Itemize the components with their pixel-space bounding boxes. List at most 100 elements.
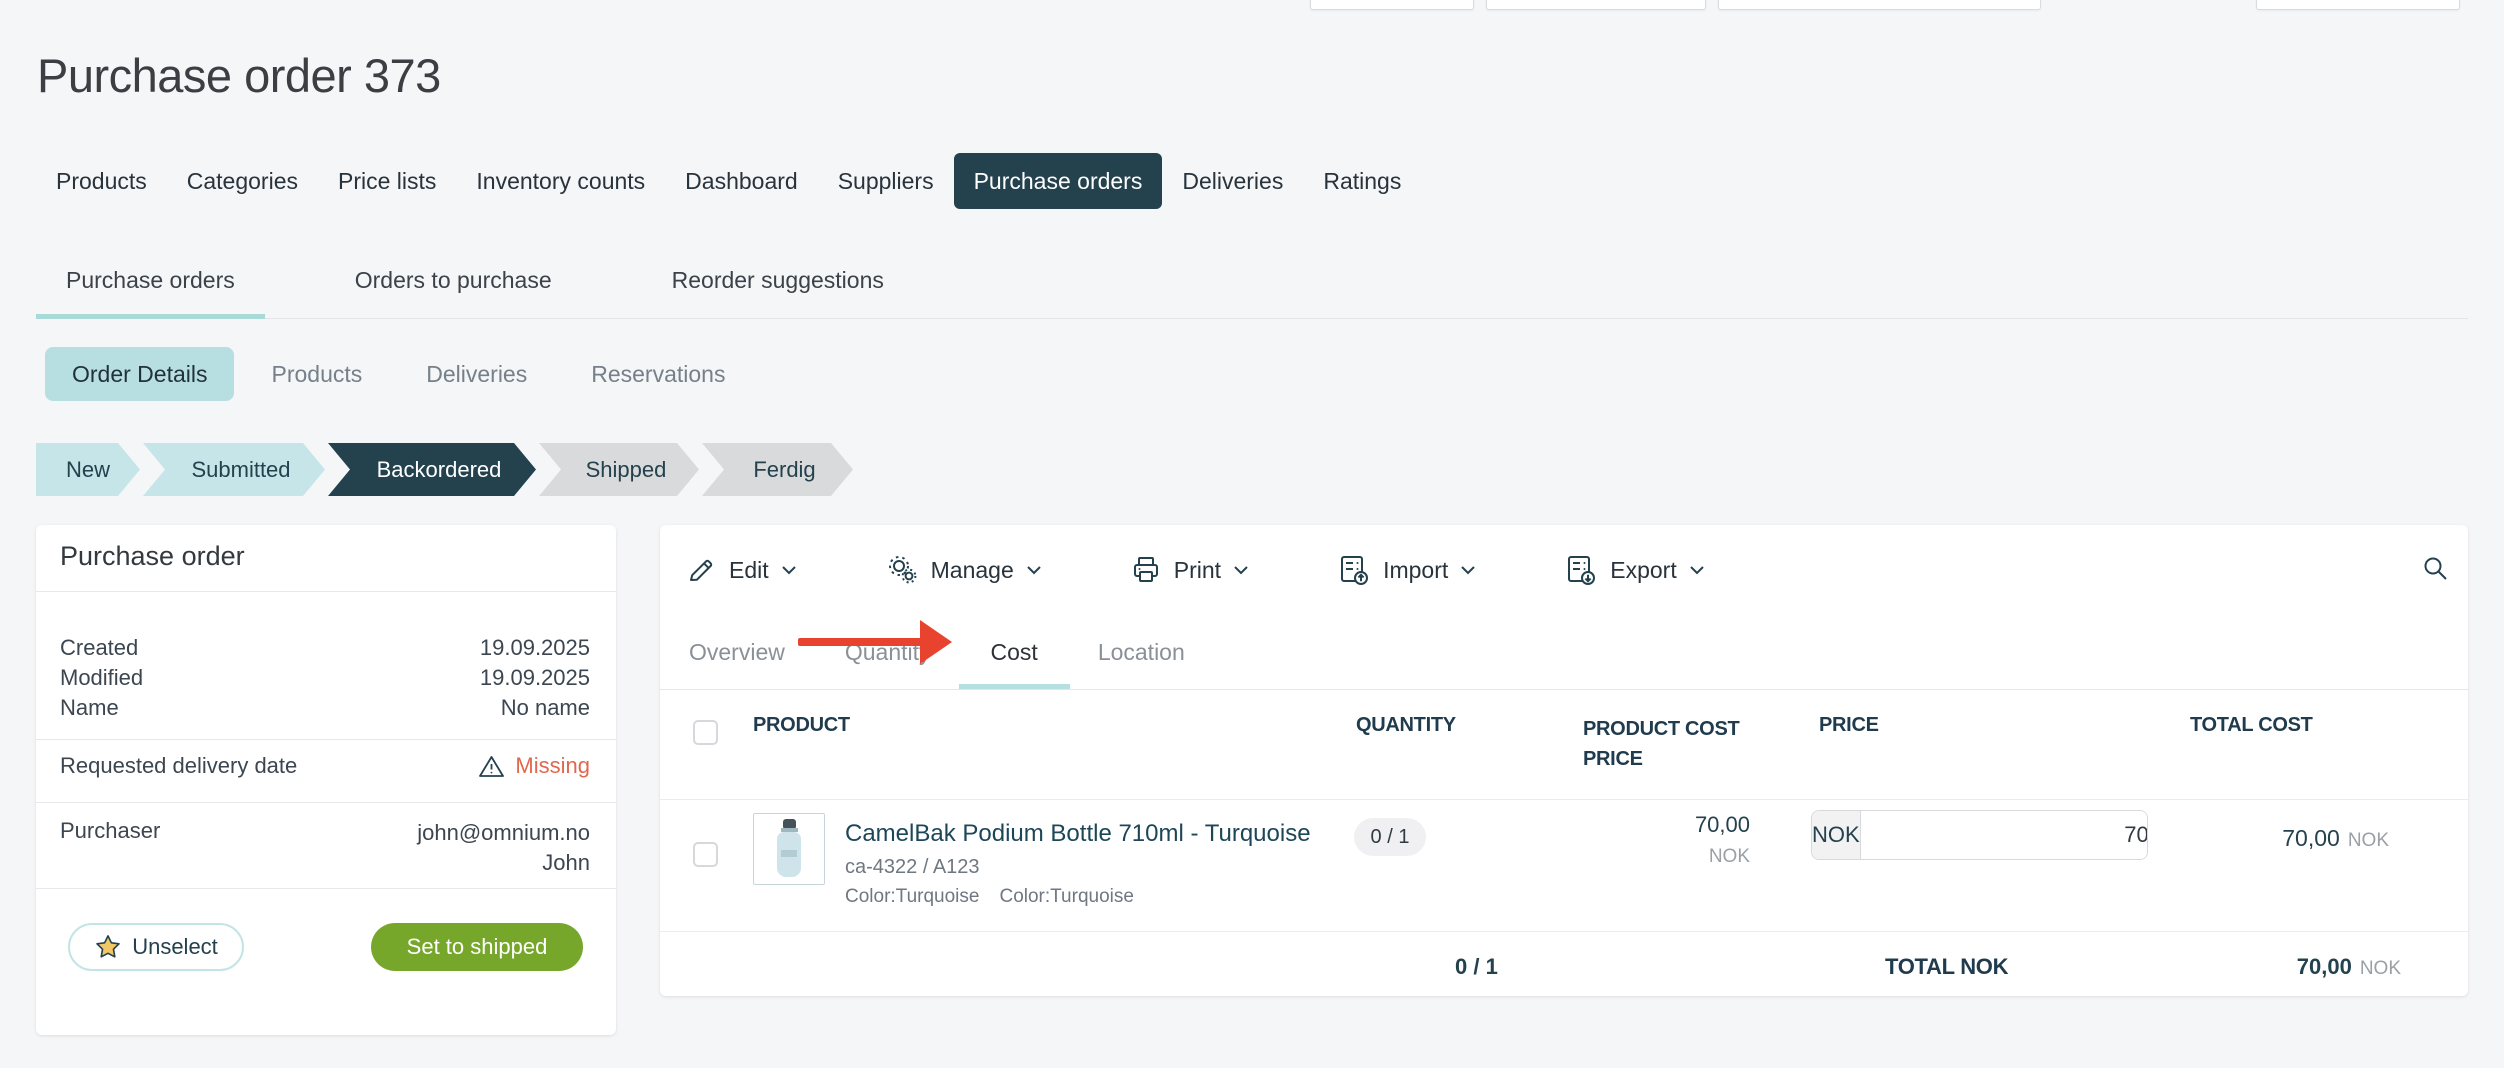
database-import-icon: [1337, 553, 1371, 587]
product-attr: Color:Turquoise: [845, 886, 979, 908]
search-button[interactable]: [2420, 553, 2450, 588]
step-submitted[interactable]: Submitted: [143, 443, 325, 496]
tab-cost[interactable]: Cost: [989, 615, 1040, 689]
top-cropped-field: [1486, 0, 1706, 10]
database-export-icon: [1564, 553, 1598, 587]
step-shipped[interactable]: Shipped: [539, 443, 699, 496]
divider: [36, 888, 616, 889]
order-lines-card: Edit Manage: [660, 525, 2468, 996]
step-backordered[interactable]: Backordered: [328, 443, 536, 496]
purchaser-values: john@omnium.no John: [417, 818, 590, 878]
manage-menu-button[interactable]: Manage: [885, 553, 1042, 587]
order-card-actions: Unselect Set to shipped: [36, 923, 616, 971]
footer-quantity: 0 / 1: [1455, 954, 1498, 980]
edit-menu-button[interactable]: Edit: [685, 554, 797, 586]
lines-toolbar: Edit Manage: [660, 525, 2468, 615]
nav-price-lists[interactable]: Price lists: [318, 153, 456, 209]
product-sku: ca-4322 / A123: [845, 856, 980, 879]
meta-value: 19.09.2025: [480, 665, 590, 691]
step-new[interactable]: New: [36, 443, 140, 496]
footer-total-label: TOTAL NOK: [1885, 954, 2008, 980]
meta-row-modified: Modified 19.09.2025: [60, 663, 590, 693]
missing-text: Missing: [515, 753, 590, 779]
search-icon: [2420, 553, 2450, 583]
unselect-button[interactable]: Unselect: [68, 923, 244, 971]
product-name-link[interactable]: CamelBak Podium Bottle 710ml - Turquoise: [845, 820, 1311, 848]
printer-icon: [1130, 554, 1162, 586]
warning-icon: [478, 754, 505, 779]
total-cost-currency: NOK: [2348, 830, 2389, 851]
nav-suppliers[interactable]: Suppliers: [818, 153, 954, 209]
order-card-header: Purchase order: [36, 525, 616, 592]
purchaser-name: John: [417, 848, 590, 878]
top-cropped-field: [1718, 0, 2041, 10]
col-cost-price: PRODUCT COST PRICE: [1583, 714, 1768, 774]
import-menu-button[interactable]: Import: [1337, 553, 1476, 587]
subnav-reorder-suggestions[interactable]: Reorder suggestions: [642, 243, 914, 318]
tab-deliveries[interactable]: Deliveries: [399, 347, 554, 401]
tab-location[interactable]: Location: [1096, 615, 1187, 689]
annotation-red-arrow-line: [798, 638, 928, 646]
print-label: Print: [1174, 557, 1221, 584]
meta-row-name: Name No name: [60, 693, 590, 723]
quantity-badge: 0 / 1: [1354, 818, 1426, 856]
total-cost-cell: 70,00 NOK: [2282, 825, 2389, 852]
footer-total-currency: NOK: [2360, 958, 2401, 979]
product-cost-price: 70,00 NOK: [1695, 812, 1750, 868]
delivery-date-label: Requested delivery date: [60, 753, 297, 779]
row-checkbox[interactable]: [693, 842, 718, 867]
col-total-cost: TOTAL COST: [2190, 714, 2313, 737]
meta-row-created: Created 19.09.2025: [60, 633, 590, 663]
price-input[interactable]: [1861, 811, 2148, 859]
meta-label: Name: [60, 695, 119, 721]
purchaser-email: john@omnium.no: [417, 818, 590, 848]
main-nav: Products Categories Price lists Inventor…: [36, 153, 1421, 209]
chevron-down-icon: [1026, 565, 1042, 575]
product-thumbnail: [753, 813, 825, 885]
top-cropped-field: [2256, 0, 2460, 10]
secondary-nav: Purchase orders Orders to purchase Reord…: [36, 243, 2468, 319]
chevron-down-icon: [1689, 565, 1705, 575]
section-tabs: Order Details Products Deliveries Reserv…: [45, 347, 752, 401]
tab-reservations[interactable]: Reservations: [564, 347, 752, 401]
purchaser-label: Purchaser: [60, 818, 160, 878]
total-cost-value: 70,00: [2282, 825, 2340, 851]
nav-categories[interactable]: Categories: [167, 153, 318, 209]
footer-total-value: 70,00NOK: [2297, 954, 2401, 980]
tab-order-details[interactable]: Order Details: [45, 347, 234, 401]
pencil-icon: [685, 554, 717, 586]
col-product: PRODUCT: [753, 714, 850, 737]
nav-products[interactable]: Products: [36, 153, 167, 209]
divider: [36, 739, 616, 740]
star-icon: [94, 933, 122, 961]
nav-purchase-orders[interactable]: Purchase orders: [954, 153, 1163, 209]
subnav-orders-to-purchase[interactable]: Orders to purchase: [325, 243, 582, 318]
export-menu-button[interactable]: Export: [1564, 553, 1704, 587]
annotation-red-arrow-head: [920, 620, 952, 664]
product-attr: Color:Turquoise: [999, 886, 1133, 908]
delivery-date-status: Missing: [478, 753, 590, 779]
lines-table-header: PRODUCT QUANTITY PRODUCT COST PRICE PRIC…: [660, 690, 2468, 800]
print-menu-button[interactable]: Print: [1130, 554, 1249, 586]
nav-dashboard[interactable]: Dashboard: [665, 153, 818, 209]
nav-deliveries[interactable]: Deliveries: [1162, 153, 1303, 209]
order-card-title: Purchase order: [60, 541, 245, 572]
meta-value: 19.09.2025: [480, 635, 590, 661]
purchase-order-card: Purchase order Created 19.09.2025 Modifi…: [36, 525, 616, 1035]
subnav-purchase-orders[interactable]: Purchase orders: [36, 243, 265, 318]
purchaser-row: Purchaser john@omnium.no John: [60, 818, 590, 878]
top-cropped-field: [1310, 0, 1474, 10]
tab-overview[interactable]: Overview: [687, 615, 787, 689]
nav-inventory-counts[interactable]: Inventory counts: [456, 153, 665, 209]
select-all-checkbox[interactable]: [693, 720, 718, 745]
product-attributes: Color:Turquoise Color:Turquoise: [845, 886, 1134, 908]
unselect-label: Unselect: [132, 934, 218, 960]
manage-label: Manage: [931, 557, 1014, 584]
tab-products[interactable]: Products: [244, 347, 389, 401]
chevron-down-icon: [781, 565, 797, 575]
col-price: PRICE: [1819, 714, 1879, 737]
step-ferdig[interactable]: Ferdig: [702, 443, 853, 496]
export-label: Export: [1610, 557, 1676, 584]
set-to-shipped-button[interactable]: Set to shipped: [371, 923, 583, 971]
nav-ratings[interactable]: Ratings: [1303, 153, 1421, 209]
